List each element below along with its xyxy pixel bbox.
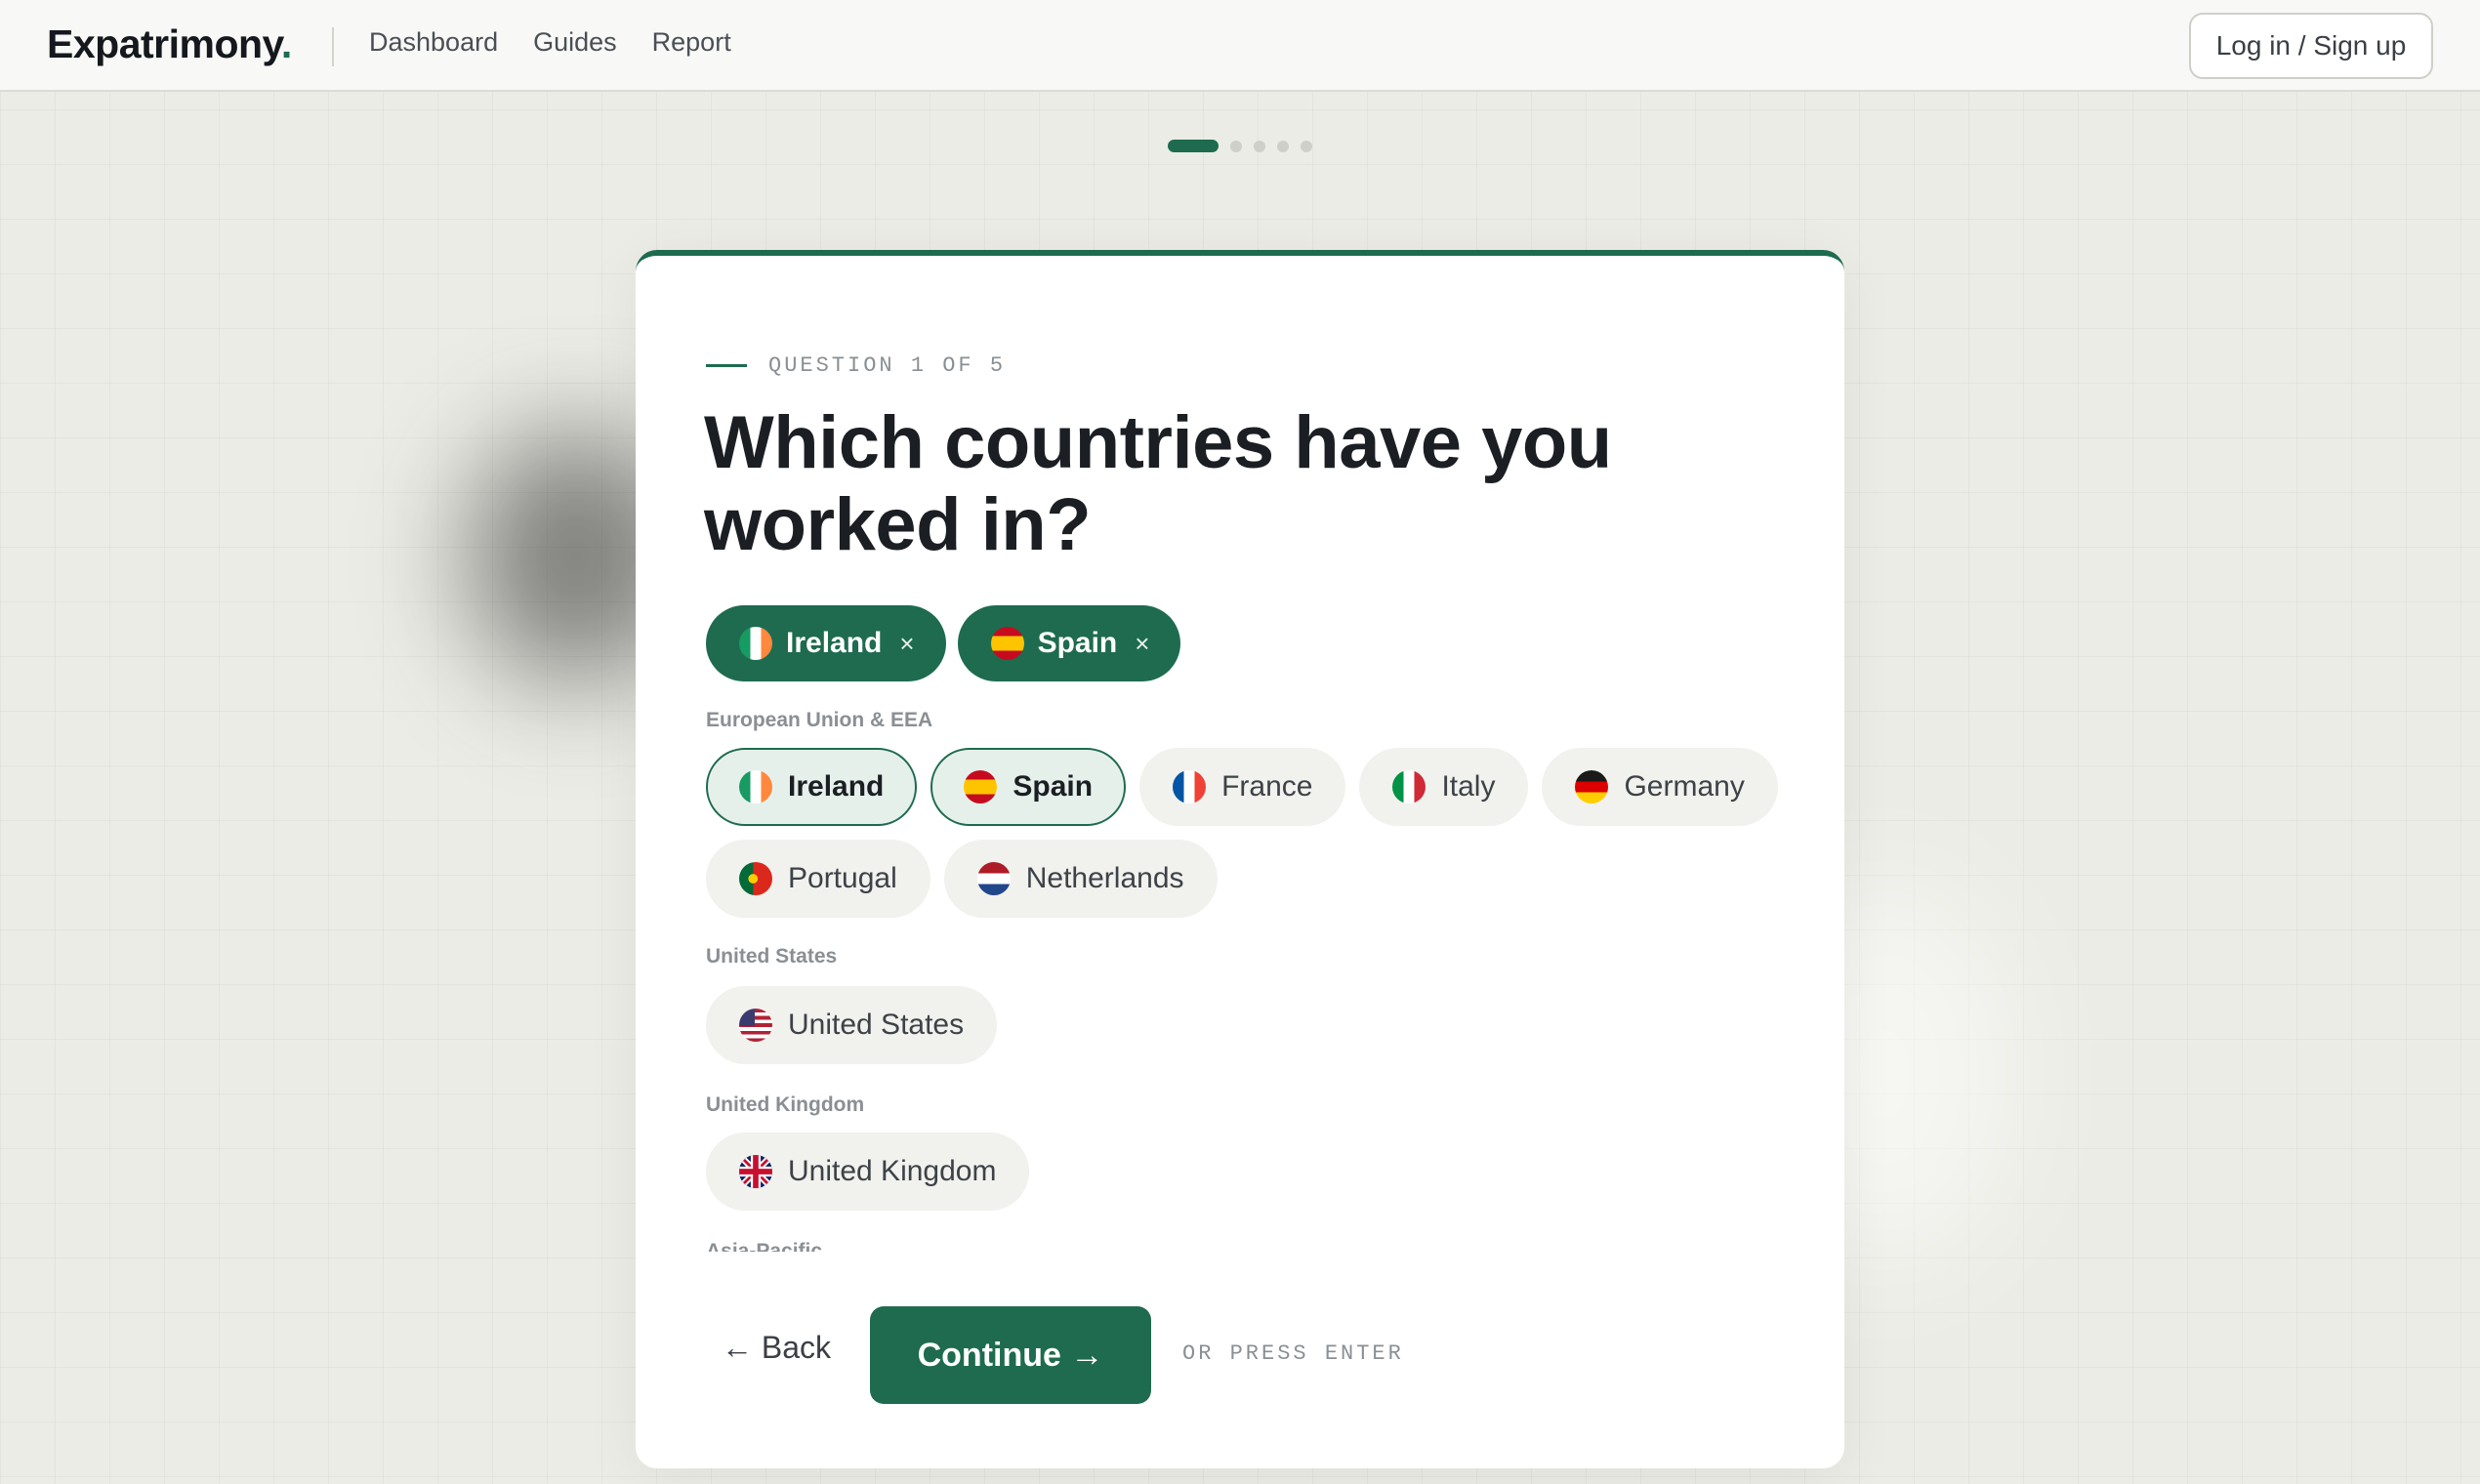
progress-step-1-active: [1168, 140, 1219, 152]
country-chip-netherlands[interactable]: Netherlands: [943, 840, 1218, 918]
progress-step-3: [1254, 140, 1265, 152]
nav-link-guides[interactable]: Guides: [533, 27, 617, 58]
nav-link-report[interactable]: Report: [652, 27, 731, 58]
country-chip-label: United Kingdom: [788, 1155, 997, 1187]
country-chip-label: Italy: [1441, 770, 1496, 803]
logo-divider: [332, 27, 334, 66]
spain-flag-icon: [964, 770, 998, 804]
question-card: QUESTION 1 OF 5 Which countries have you…: [636, 250, 1844, 1468]
ireland-flag-icon: [739, 627, 772, 660]
united-states-flag-icon: [739, 1009, 772, 1042]
france-flag-icon: [1173, 770, 1207, 804]
enter-hint: OR PRESS ENTER: [1182, 1341, 1404, 1366]
united-kingdom-flag-icon: [739, 1155, 772, 1188]
netherlands-flag-icon: [976, 862, 1011, 895]
group-label-asia-pacific: Asia-Pacific: [706, 1240, 823, 1252]
group-label-eu: European Union & EEA: [706, 709, 933, 731]
selected-chip-label: Ireland: [786, 627, 883, 659]
remove-icon[interactable]: ×: [1135, 629, 1149, 659]
country-chip-label: Germany: [1624, 770, 1745, 803]
spain-flag-icon: [990, 627, 1024, 660]
country-chip-label: United States: [788, 1009, 965, 1041]
progress-step-2: [1230, 140, 1242, 152]
country-list-us: United States: [706, 986, 1780, 1064]
progress-step-4: [1277, 140, 1289, 152]
country-chip-united-states[interactable]: United States: [706, 986, 998, 1064]
remove-icon[interactable]: ×: [899, 629, 914, 659]
step-progress-indicator: [1168, 140, 1312, 152]
country-list-eu: Ireland Spain France Italy Germany Portu…: [706, 748, 1780, 918]
country-chip-label: Netherlands: [1025, 862, 1184, 894]
ireland-flag-icon: [739, 770, 772, 804]
country-chip-france[interactable]: France: [1139, 748, 1346, 826]
country-chip-label: Portugal: [788, 862, 897, 894]
group-label-uk: United Kingdom: [706, 1093, 865, 1116]
selected-chip-label: Spain: [1037, 627, 1118, 659]
selected-countries: Ireland × Spain ×: [706, 605, 1181, 681]
country-chip-label: France: [1221, 770, 1313, 803]
country-chip-label: Spain: [1013, 770, 1094, 803]
country-chip-portugal[interactable]: Portugal: [706, 840, 930, 918]
country-chip-ireland[interactable]: Ireland: [706, 748, 918, 826]
country-chip-united-kingdom[interactable]: United Kingdom: [706, 1133, 1030, 1211]
question-counter-text: QUESTION 1 OF 5: [768, 353, 1007, 378]
brand-logo-dot: .: [280, 21, 292, 66]
selected-chip-ireland[interactable]: Ireland ×: [706, 605, 946, 681]
portugal-flag-icon: [739, 862, 772, 895]
country-chip-germany[interactable]: Germany: [1542, 748, 1778, 826]
top-navigation-bar: Expatrimony. Dashboard Guides Report Log…: [0, 0, 2480, 92]
country-chip-spain[interactable]: Spain: [930, 748, 1127, 826]
nav-link-dashboard[interactable]: Dashboard: [369, 27, 498, 58]
continue-button[interactable]: Continue →: [870, 1306, 1151, 1404]
italy-flag-icon: [1392, 770, 1426, 804]
brand-logo-text: Expatrimony: [47, 21, 281, 66]
country-list-uk: United Kingdom: [706, 1133, 1780, 1211]
login-signup-button[interactable]: Log in / Sign up: [2189, 13, 2433, 79]
germany-flag-icon: [1575, 770, 1609, 804]
selected-chip-spain[interactable]: Spain ×: [957, 605, 1181, 681]
question-title: Which countries have you worked in?: [704, 401, 1612, 566]
country-chip-italy[interactable]: Italy: [1359, 748, 1529, 826]
question-counter-line: [706, 364, 747, 367]
question-counter: QUESTION 1 OF 5: [706, 353, 1006, 378]
main-nav: Dashboard Guides Report: [369, 27, 731, 58]
country-chip-label: Ireland: [788, 770, 885, 803]
brand-logo[interactable]: Expatrimony.: [47, 21, 292, 67]
progress-step-5: [1301, 140, 1312, 152]
group-label-us: United States: [706, 945, 838, 968]
back-button[interactable]: ← Back: [722, 1330, 831, 1366]
